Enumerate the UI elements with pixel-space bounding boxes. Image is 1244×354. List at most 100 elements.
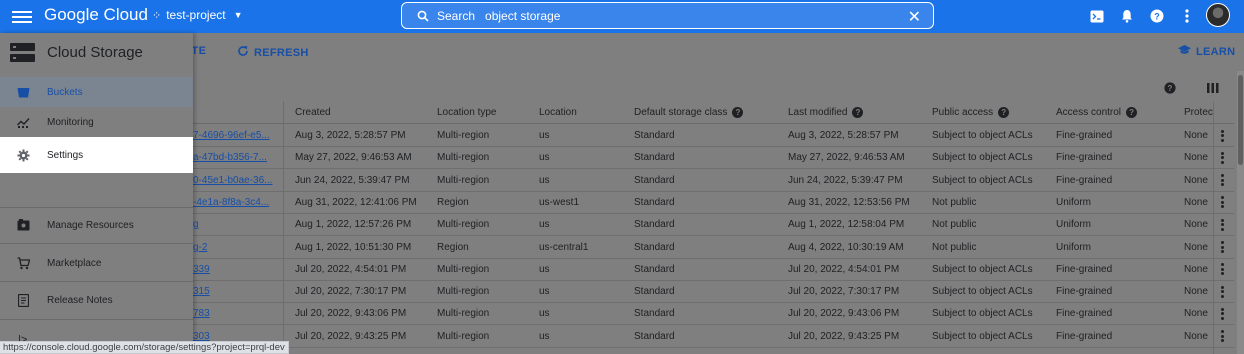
column-header-public-access[interactable]: Public access? [932,107,1010,118]
created-cell: May 27, 2022, 9:46:53 AM [295,152,412,164]
sidebar-item-buckets[interactable]: Buckets [0,77,193,107]
column-display-icon[interactable] [1205,80,1221,96]
protection-cell: None [1184,263,1208,275]
google-cloud-logo[interactable]: Google Cloud [44,5,148,25]
row-actions-icon[interactable] [1219,195,1225,211]
created-cell: Jul 20, 2022, 4:54:01 PM [295,263,407,275]
notifications-icon[interactable] [1119,8,1135,24]
bucket-name-link[interactable]: 7-4696-96ef-e5... [193,130,281,141]
table-help-icon[interactable]: ? [1162,80,1178,96]
side-navigation: Cloud Storage Buckets Monitoring Setting… [0,33,193,354]
bucket-name-link[interactable]: -4e1a-8f8a-3c4... [193,197,281,208]
location-type-cell: Multi-region [437,152,490,164]
more-vert-icon[interactable] [1179,8,1195,24]
bucket-name-link[interactable]: 0-45e1-b0ae-36... [193,175,281,186]
row-actions-icon[interactable] [1219,217,1225,233]
public-access-cell: Not public [932,219,977,231]
row-actions-icon[interactable] [1219,306,1225,322]
column-header-location-type[interactable]: Location type [437,107,497,118]
protection-cell: None [1184,286,1208,298]
row-actions-icon[interactable] [1219,128,1225,144]
clear-search-icon[interactable]: ✕ [908,7,921,27]
row-actions-icon[interactable] [1219,150,1225,166]
row-actions-icon[interactable] [1219,329,1225,345]
bucket-name-link[interactable]: 339 [193,264,281,275]
bucket-name-link[interactable]: 315 [193,286,281,297]
column-header-access-control[interactable]: Access control? [1056,107,1138,118]
storage-class-cell: Standard [634,130,675,141]
location-cell: us [539,219,550,231]
column-header-location[interactable]: Location [539,107,577,118]
column-header-storage-class[interactable]: Default storage class? [634,107,744,118]
project-icon: ⁘ [152,9,162,22]
storage-class-cell: Standard [634,152,675,164]
bucket-name-link[interactable]: g [193,219,281,230]
access-control-cell: Fine-grained [1056,308,1113,320]
learn-button[interactable]: LEARN [1178,45,1235,58]
help-icon[interactable]: ? [852,107,864,118]
location-type-cell: Multi-region [437,174,490,186]
cloud-storage-icon [10,43,35,62]
column-header-protection[interactable]: Protect [1184,107,1214,118]
public-access-cell: Subject to object ACLs [932,130,1033,141]
location-type-cell: Multi-region [437,308,490,320]
row-actions-icon[interactable] [1219,173,1225,189]
sidebar-item-settings[interactable]: Settings [0,137,193,173]
help-icon[interactable]: ? [732,107,744,118]
storage-class-cell: Standard [634,219,675,231]
help-icon[interactable]: ? [998,107,1010,118]
protection-cell: None [1184,130,1208,141]
created-cell: Jul 20, 2022, 9:43:06 PM [295,308,407,320]
access-control-cell: Fine-grained [1056,263,1113,275]
vertical-scrollbar[interactable] [1237,71,1244,354]
sidebar-item-release-notes[interactable]: Release Notes [0,285,193,315]
release-notes-icon [16,293,30,307]
last-modified-cell: May 27, 2022, 9:46:53 AM [788,152,905,164]
protection-cell: None [1184,152,1208,164]
last-modified-cell: Jul 20, 2022, 9:43:25 PM [788,330,900,342]
search-input[interactable] [485,8,866,23]
created-cell: Aug 3, 2022, 5:28:57 PM [295,130,406,141]
protection-cell: None [1184,308,1208,320]
location-cell: us [539,308,550,320]
help-icon[interactable]: ? [1149,8,1165,24]
divider [0,207,193,208]
cloud-shell-icon[interactable] [1089,8,1105,24]
sidebar-item-marketplace[interactable]: Marketplace [0,248,193,278]
location-type-cell: Multi-region [437,219,490,231]
created-cell: Aug 1, 2022, 10:51:30 PM [295,241,412,253]
created-cell: Aug 31, 2022, 12:41:06 PM [295,196,417,208]
last-modified-cell: Jul 20, 2022, 4:54:01 PM [788,263,900,275]
location-cell: us-west1 [539,196,580,208]
last-modified-cell: Aug 4, 2022, 10:30:19 AM [788,241,904,253]
scrollbar-thumb[interactable] [1238,75,1243,165]
column-header-created[interactable]: Created [295,107,331,118]
column-header-last-modified[interactable]: Last modified? [788,107,864,118]
sidebar-item-monitoring[interactable]: Monitoring [0,107,193,137]
bucket-name-link[interactable]: a-47bd-b356-7... [193,152,281,163]
refresh-button[interactable]: REFRESH [237,45,309,60]
school-icon [1178,45,1191,58]
location-cell: us [539,330,550,342]
row-actions-icon[interactable] [1219,262,1225,278]
help-icon[interactable]: ? [1126,107,1138,118]
divider [0,319,193,320]
access-control-cell: Fine-grained [1056,152,1113,164]
project-picker[interactable]: ⁘ test-project ▼ [152,8,243,22]
bucket-name-link[interactable]: g-2 [193,242,281,253]
location-cell: us [539,263,550,275]
row-actions-icon[interactable] [1219,284,1225,300]
refresh-label: REFRESH [254,46,309,59]
account-avatar[interactable] [1206,3,1230,27]
public-access-cell: Subject to object ACLs [932,286,1033,298]
sidebar-item-manage-resources[interactable]: Manage Resources [0,210,193,240]
product-title: Cloud Storage [47,44,143,61]
created-cell: Aug 1, 2022, 12:57:26 PM [295,219,412,231]
row-actions-icon[interactable] [1219,240,1225,256]
location-cell: us [539,174,550,186]
main-menu-icon[interactable] [12,8,32,24]
search-bar[interactable]: Search ✕ [401,2,934,29]
bucket-name-link[interactable]: 783 [193,308,281,319]
last-modified-cell: Aug 31, 2022, 12:53:56 PM [788,196,910,208]
last-modified-cell: Aug 1, 2022, 12:58:04 PM [788,219,905,231]
